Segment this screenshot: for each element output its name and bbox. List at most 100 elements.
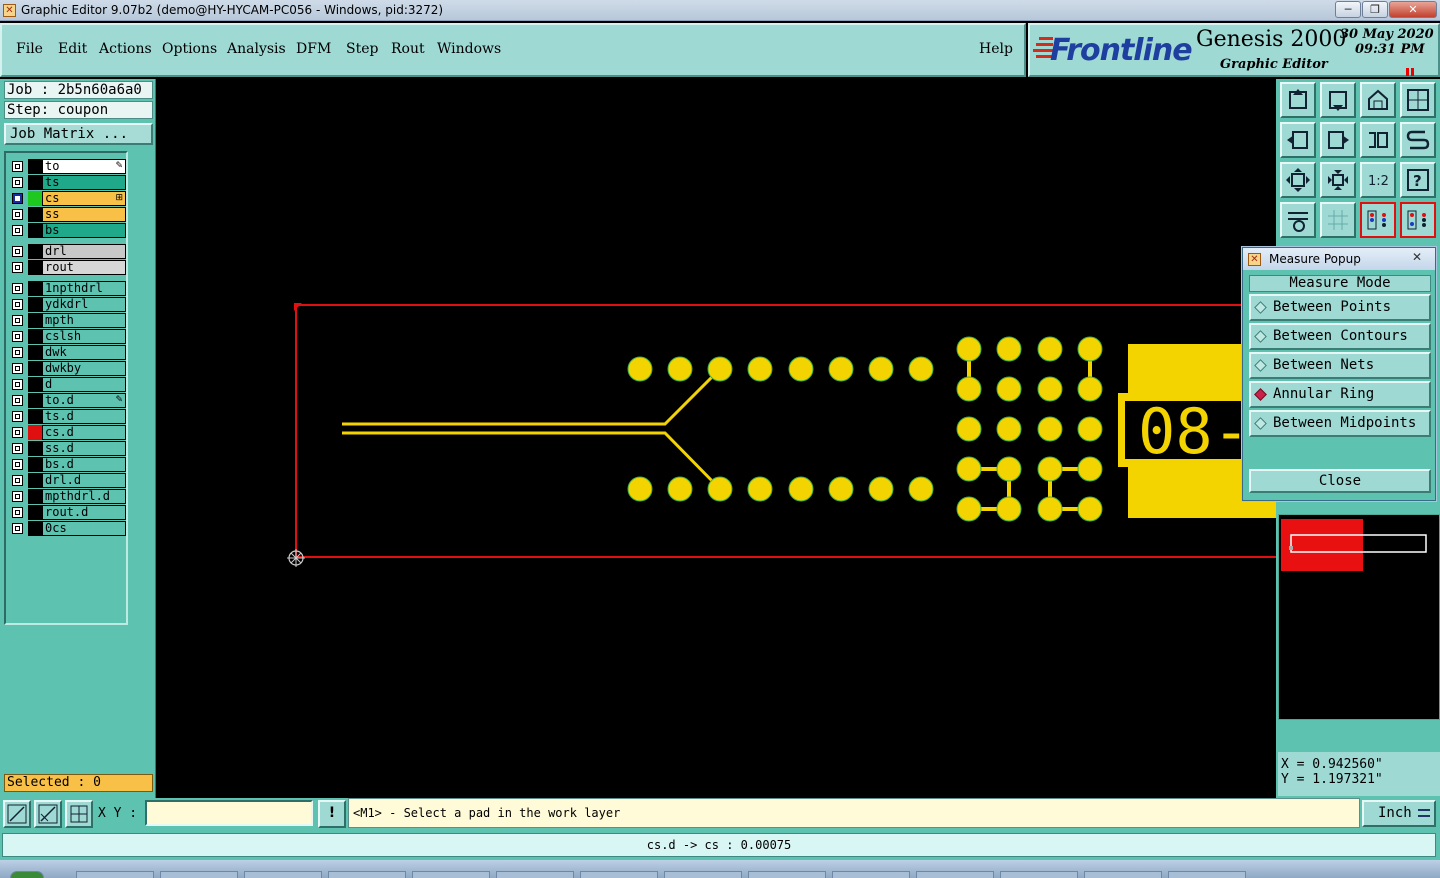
layer-name[interactable]: dwk	[42, 345, 126, 360]
layer-row[interactable]: dwk	[10, 345, 126, 360]
layer-row[interactable]: mpth	[10, 313, 126, 328]
menu-rout[interactable]: Rout	[391, 41, 425, 57]
menu-edit[interactable]: Edit	[58, 41, 87, 57]
layer-color-swatch[interactable]	[28, 297, 42, 312]
layer-color-swatch[interactable]	[28, 313, 42, 328]
taskbar-item[interactable]	[244, 871, 322, 878]
layer-row[interactable]: dwkby	[10, 361, 126, 376]
menu-step[interactable]: Step	[346, 41, 378, 57]
layer-checkbox[interactable]	[12, 507, 23, 518]
unit-selector[interactable]: Inch	[1362, 800, 1436, 827]
layer-checkbox[interactable]	[12, 523, 23, 534]
layer-color-swatch[interactable]	[28, 207, 42, 222]
layer-row[interactable]: mpthdrl.d	[10, 489, 126, 504]
taskbar-item[interactable]	[160, 871, 238, 878]
taskbar-item[interactable]	[1084, 871, 1162, 878]
taskbar-item[interactable]	[1000, 871, 1078, 878]
zoom-home-button[interactable]	[1280, 82, 1316, 118]
layer-checkbox[interactable]	[12, 177, 23, 188]
layer-checkbox[interactable]	[12, 475, 23, 486]
layer-color-swatch[interactable]	[28, 521, 42, 536]
grid-snap-button[interactable]	[65, 800, 93, 828]
menu-help[interactable]: Help	[979, 41, 1013, 57]
layer-row[interactable]: cs ⊞	[10, 191, 126, 206]
layer-name[interactable]: 0cs	[42, 521, 126, 536]
menu-options[interactable]: Options	[162, 41, 217, 57]
layer-name[interactable]: ts	[42, 175, 126, 190]
taskbar-item[interactable]	[328, 871, 406, 878]
layer-row[interactable]: ss	[10, 207, 126, 222]
layer-row[interactable]: rout.d	[10, 505, 126, 520]
pan-left-button[interactable]	[1280, 122, 1316, 158]
taskbar-item[interactable]	[916, 871, 994, 878]
home-button[interactable]	[1360, 82, 1396, 118]
window-button[interactable]	[1400, 82, 1436, 118]
layer-color-swatch[interactable]	[28, 425, 42, 440]
layer-color-swatch[interactable]	[28, 329, 42, 344]
taskbar-item[interactable]	[580, 871, 658, 878]
layer-checkbox[interactable]	[12, 193, 23, 204]
layer-color-swatch[interactable]	[28, 260, 42, 275]
layer-name[interactable]: bs.d	[42, 457, 126, 472]
menu-actions[interactable]: Actions	[99, 41, 152, 57]
graphic-canvas[interactable]: 08-	[156, 79, 1276, 798]
layer-color-swatch[interactable]	[28, 377, 42, 392]
layer-color-swatch[interactable]	[28, 175, 42, 190]
redraw-button[interactable]	[1400, 122, 1436, 158]
layer-row[interactable]: drl.d	[10, 473, 126, 488]
layer-checkbox[interactable]	[12, 283, 23, 294]
layer-row[interactable]: to.d ✎	[10, 393, 126, 408]
layer-name[interactable]: cs ⊞	[42, 191, 126, 206]
maximize-button[interactable]: ❐	[1362, 1, 1388, 18]
layer-name[interactable]: bs	[42, 223, 126, 238]
layer-row[interactable]: ydkdrl	[10, 297, 126, 312]
measure-popup-titlebar[interactable]: ✕ Measure Popup ✕	[1243, 248, 1435, 270]
layer-name[interactable]: dwkby	[42, 361, 126, 376]
layer-color-swatch[interactable]	[28, 505, 42, 520]
layer-row[interactable]: cslsh	[10, 329, 126, 344]
layer-checkbox[interactable]	[12, 315, 23, 326]
layer-name[interactable]: rout.d	[42, 505, 126, 520]
layer-color-swatch[interactable]	[28, 223, 42, 238]
pan-right-button[interactable]	[1320, 122, 1356, 158]
layer-checkbox[interactable]	[12, 379, 23, 390]
layer-checkbox[interactable]	[12, 363, 23, 374]
layer-name[interactable]: to.d ✎	[42, 393, 126, 408]
option-annular-ring[interactable]: Annular Ring	[1249, 381, 1431, 408]
layers-compare-button[interactable]	[1400, 202, 1436, 238]
layer-checkbox[interactable]	[12, 491, 23, 502]
option-between-midpoints[interactable]: Between Midpoints	[1249, 410, 1431, 437]
help-button[interactable]: ?	[1400, 162, 1436, 198]
layer-row[interactable]: 0cs	[10, 521, 126, 536]
layer-name[interactable]: ydkdrl	[42, 297, 126, 312]
layer-name[interactable]: drl	[42, 244, 126, 259]
layer-checkbox[interactable]	[12, 459, 23, 470]
layer-name[interactable]: mpthdrl.d	[42, 489, 126, 504]
snap-button[interactable]	[3, 800, 31, 828]
layer-checkbox[interactable]	[12, 411, 23, 422]
xy-input[interactable]	[145, 800, 313, 826]
taskbar-item[interactable]	[412, 871, 490, 878]
layer-checkbox[interactable]	[12, 262, 23, 273]
overview-minimap[interactable]	[1278, 514, 1440, 720]
layer-name[interactable]: to ✎	[42, 159, 126, 174]
layer-color-swatch[interactable]	[28, 244, 42, 259]
layer-name[interactable]: rout	[42, 260, 126, 275]
taskbar-item[interactable]	[748, 871, 826, 878]
layer-checkbox[interactable]	[12, 225, 23, 236]
layer-name[interactable]: d	[42, 377, 126, 392]
layer-row[interactable]: rout	[10, 260, 126, 275]
layer-name[interactable]: ss	[42, 207, 126, 222]
layer-color-swatch[interactable]	[28, 281, 42, 296]
option-between-contours[interactable]: Between Contours	[1249, 323, 1431, 350]
layer-color-swatch[interactable]	[28, 441, 42, 456]
layer-color-swatch[interactable]	[28, 457, 42, 472]
layer-name[interactable]: 1npthdrl	[42, 281, 126, 296]
menu-dfm[interactable]: DFM	[296, 41, 331, 57]
layer-color-swatch[interactable]	[28, 393, 42, 408]
taskbar-item[interactable]	[496, 871, 574, 878]
taskbar-item[interactable]	[832, 871, 910, 878]
measure-close-button[interactable]: Close	[1249, 469, 1431, 493]
grid-button[interactable]	[1320, 202, 1356, 238]
zoom-fit-button[interactable]	[1320, 82, 1356, 118]
